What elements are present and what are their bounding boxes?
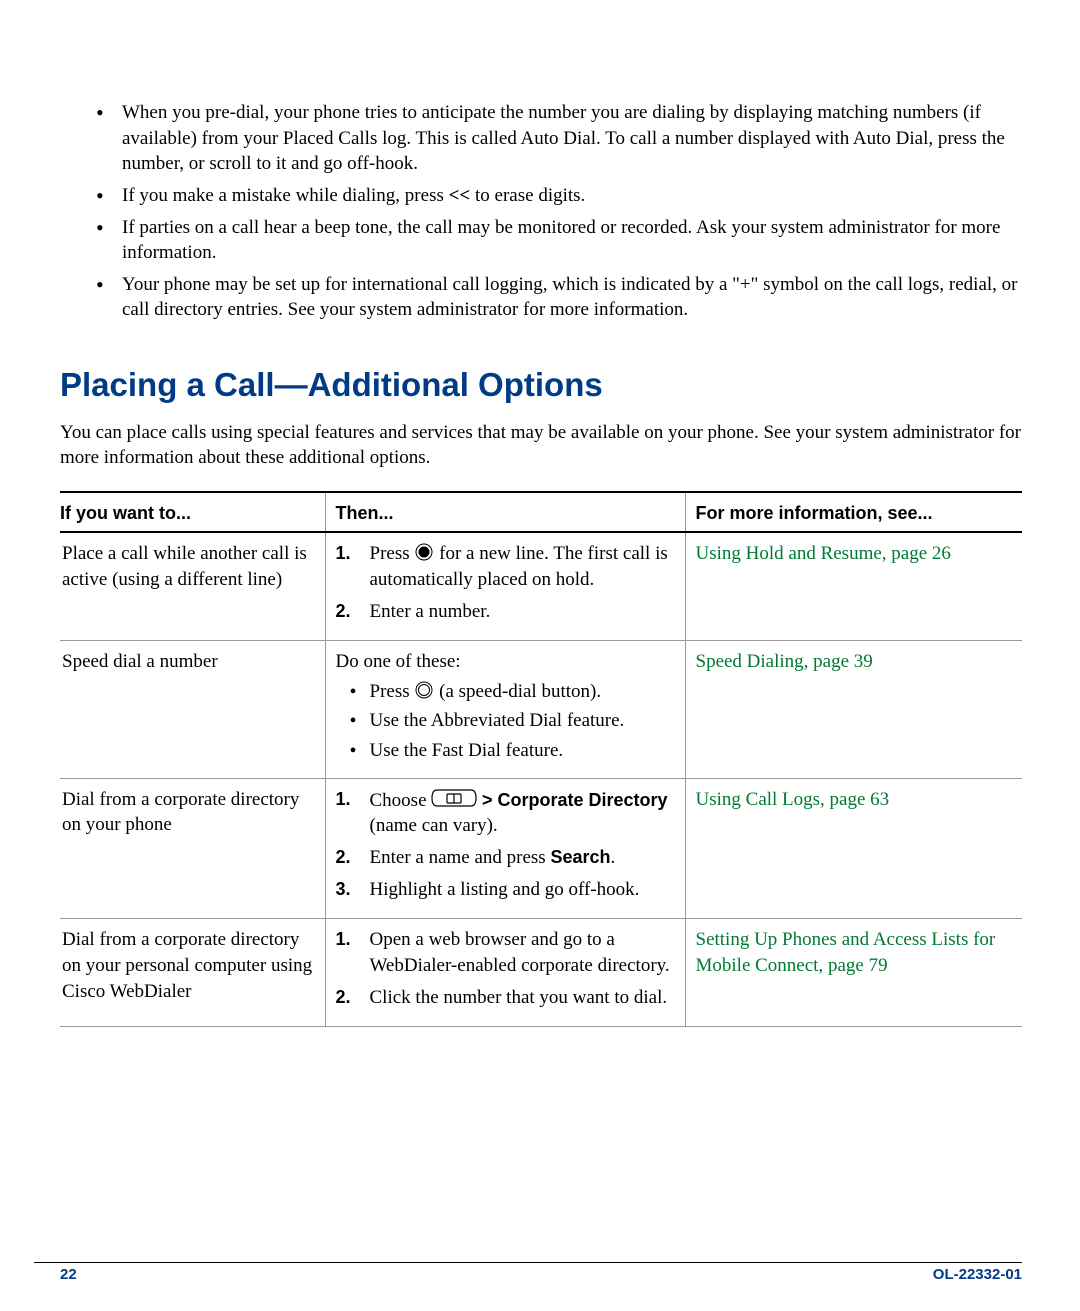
- lead-text: Do one of these:: [336, 649, 675, 675]
- cell-want: Dial from a corporate directory on your …: [60, 778, 325, 919]
- step-number: 1.: [336, 927, 351, 951]
- text: (a speed-dial button).: [434, 681, 601, 702]
- text: Open a web browser and go to a WebDialer…: [370, 929, 670, 976]
- line-button-outline-icon: [414, 680, 434, 700]
- xref-link[interactable]: Using Call Logs, page 63: [696, 789, 890, 810]
- step: 1. Press for a new line. The first call …: [336, 541, 675, 592]
- cell-more: Speed Dialing, page 39: [685, 641, 1022, 779]
- page-footer: 22 OL-22332-01: [0, 1265, 1080, 1285]
- bold-text: Corporate Directory: [498, 790, 668, 810]
- col-header-more: For more information, see...: [685, 492, 1022, 532]
- options-table: If you want to... Then... For more infor…: [60, 491, 1022, 1027]
- step-number: 2.: [336, 985, 351, 1009]
- xref-link[interactable]: Speed Dialing, page 39: [696, 651, 873, 672]
- list-item: Press (a speed-dial button).: [336, 679, 675, 705]
- table-row: Place a call while another call is activ…: [60, 532, 1022, 640]
- cell-more: Setting Up Phones and Access Lists for M…: [685, 919, 1022, 1027]
- bold-text: Search: [550, 847, 610, 867]
- section-heading: Placing a Call—Additional Options: [60, 363, 1022, 408]
- step: 2. Click the number that you want to dia…: [336, 985, 675, 1011]
- text: Press: [370, 543, 415, 564]
- text: Enter a name and press: [370, 847, 551, 868]
- xref-link[interactable]: Using Hold and Resume, page 26: [696, 543, 951, 564]
- page-number: 22: [60, 1265, 77, 1285]
- intro-bullet: If parties on a call hear a beep tone, t…: [122, 215, 1022, 266]
- erase-symbol: <<: [449, 185, 471, 206]
- cell-then: Do one of these: Press (a speed-dial but…: [325, 641, 685, 779]
- text: Choose: [370, 790, 432, 811]
- text: Click the number that you want to dial.: [370, 987, 668, 1008]
- list-item: Use the Fast Dial feature.: [336, 738, 675, 764]
- text: >: [482, 790, 498, 810]
- text: Highlight a listing and go off-hook.: [370, 879, 640, 900]
- cell-want: Speed dial a number: [60, 641, 325, 779]
- cell-want: Place a call while another call is activ…: [60, 532, 325, 640]
- doc-id: OL-22332-01: [933, 1265, 1022, 1285]
- text: .: [611, 847, 616, 868]
- list-item: Use the Abbreviated Dial feature.: [336, 708, 675, 734]
- cell-then: 1. Press for a new line. The first call …: [325, 532, 685, 640]
- cell-more: Using Call Logs, page 63: [685, 778, 1022, 919]
- step: 1. Open a web browser and go to a WebDia…: [336, 927, 675, 978]
- intro-bullet: If you make a mistake while dialing, pre…: [122, 183, 1022, 209]
- directories-button-icon: [431, 787, 477, 809]
- line-button-solid-icon: [414, 542, 434, 562]
- step: 2. Enter a name and press Search.: [336, 845, 675, 871]
- step: 3. Highlight a listing and go off-hook.: [336, 877, 675, 903]
- step: 1. Choose > Corporate Directory (name ca…: [336, 787, 675, 839]
- table-row: Speed dial a number Do one of these: Pre…: [60, 641, 1022, 779]
- cell-more: Using Hold and Resume, page 26: [685, 532, 1022, 640]
- text: If you make a mistake while dialing, pre…: [122, 185, 449, 206]
- step: 2. Enter a number.: [336, 599, 675, 625]
- footer-rule: [34, 1262, 1022, 1263]
- table-row: Dial from a corporate directory on your …: [60, 778, 1022, 919]
- step-number: 1.: [336, 541, 351, 565]
- cell-then: 1. Open a web browser and go to a WebDia…: [325, 919, 685, 1027]
- intro-bullet: When you pre-dial, your phone tries to a…: [122, 100, 1022, 177]
- text: to erase digits.: [470, 185, 585, 206]
- cell-then: 1. Choose > Corporate Directory (name ca…: [325, 778, 685, 919]
- text: Press: [370, 681, 415, 702]
- col-header-then: Then...: [325, 492, 685, 532]
- text: (name can vary).: [370, 815, 498, 836]
- intro-bullet-list: When you pre-dial, your phone tries to a…: [60, 100, 1022, 323]
- table-row: Dial from a corporate directory on your …: [60, 919, 1022, 1027]
- step-number: 2.: [336, 599, 351, 623]
- step-number: 3.: [336, 877, 351, 901]
- step-number: 1.: [336, 787, 351, 811]
- text: Enter a number.: [370, 601, 491, 622]
- table-header-row: If you want to... Then... For more infor…: [60, 492, 1022, 532]
- cell-want: Dial from a corporate directory on your …: [60, 919, 325, 1027]
- intro-bullet: Your phone may be set up for internation…: [122, 272, 1022, 323]
- col-header-want: If you want to...: [60, 492, 325, 532]
- step-number: 2.: [336, 845, 351, 869]
- xref-link[interactable]: Setting Up Phones and Access Lists for M…: [696, 929, 996, 976]
- section-intro: You can place calls using special featur…: [60, 420, 1022, 471]
